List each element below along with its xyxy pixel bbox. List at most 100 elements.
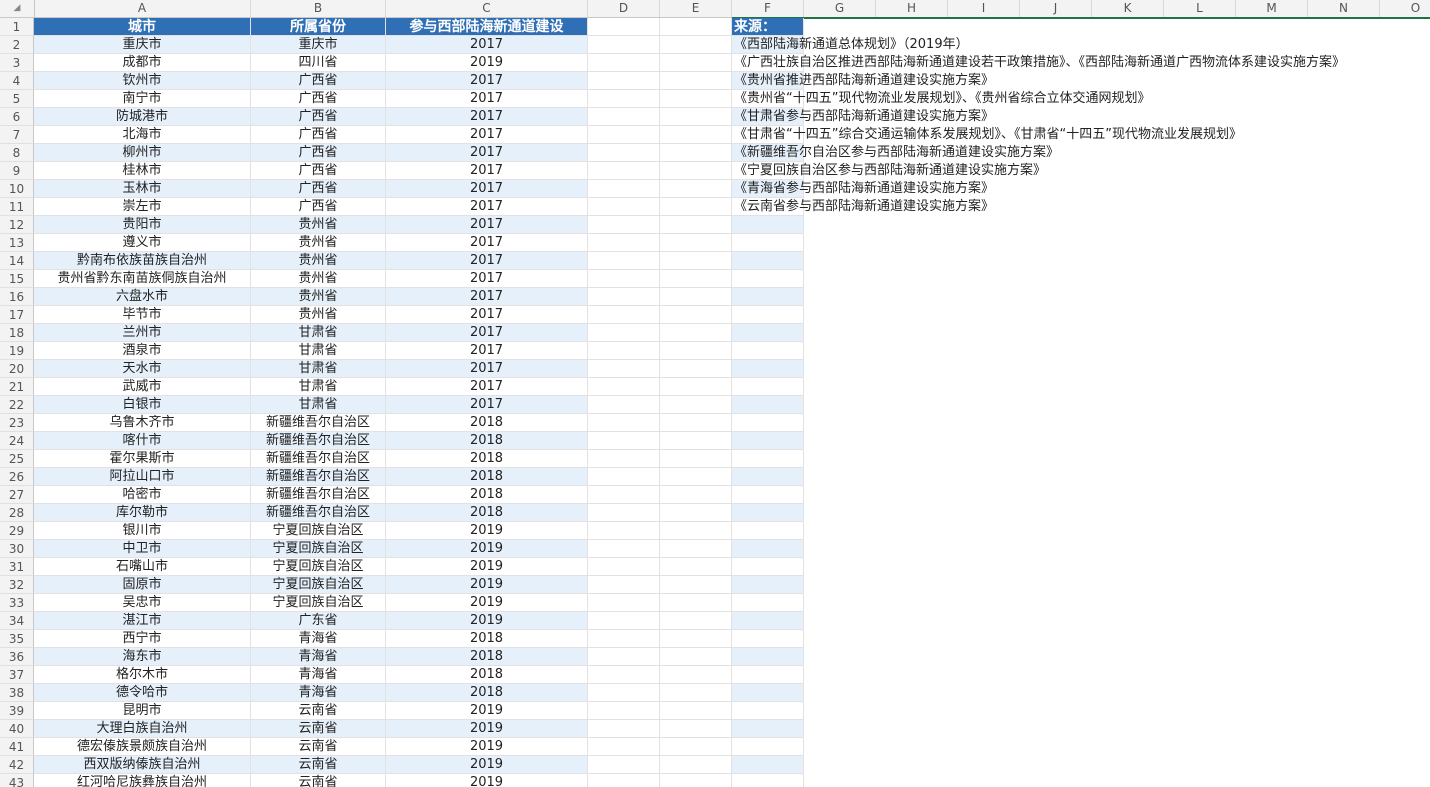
cell-city[interactable]: 桂林市 [34,162,251,180]
column-header-f[interactable]: F [732,0,804,17]
cell-e[interactable] [660,756,732,774]
cell-d[interactable] [588,576,660,594]
column-header-i[interactable]: I [948,0,1020,17]
cell-city[interactable]: 兰州市 [34,324,251,342]
cell-d[interactable] [588,450,660,468]
row-header[interactable]: 27 [0,486,34,504]
cell-province[interactable]: 新疆维吾尔自治区 [251,468,386,486]
cell-e[interactable] [660,396,732,414]
cell-e[interactable] [660,738,732,756]
cell-city[interactable]: 北海市 [34,126,251,144]
cell-year[interactable]: 2017 [386,144,588,162]
cell-city[interactable]: 海东市 [34,648,251,666]
cell-d[interactable] [588,144,660,162]
column-header-m[interactable]: M [1236,0,1308,17]
cell-city[interactable]: 成都市 [34,54,251,72]
cell-province[interactable]: 四川省 [251,54,386,72]
cell-province[interactable]: 云南省 [251,774,386,787]
cell-source[interactable] [732,396,804,414]
cell-city[interactable]: 贵阳市 [34,216,251,234]
row-header[interactable]: 15 [0,270,34,288]
cell-year[interactable]: 2017 [386,342,588,360]
cell-province[interactable]: 新疆维吾尔自治区 [251,414,386,432]
cell-year[interactable]: 2019 [386,720,588,738]
cell-city[interactable]: 喀什市 [34,432,251,450]
cell-d[interactable] [588,630,660,648]
cell-province[interactable]: 青海省 [251,684,386,702]
cell-year[interactable]: 2017 [386,36,588,54]
cell-province[interactable]: 贵州省 [251,216,386,234]
cell-city[interactable]: 格尔木市 [34,666,251,684]
row-header[interactable]: 33 [0,594,34,612]
cell-e[interactable] [660,684,732,702]
cell-e[interactable] [660,126,732,144]
cell-city[interactable]: 六盘水市 [34,288,251,306]
cell-city[interactable]: 重庆市 [34,36,251,54]
cell-source[interactable] [732,342,804,360]
cell-source[interactable] [732,450,804,468]
cell-source[interactable] [732,324,804,342]
cell-city[interactable]: 钦州市 [34,72,251,90]
column-header-d[interactable]: D [588,0,660,17]
cell-source[interactable] [732,576,804,594]
row-header[interactable]: 22 [0,396,34,414]
cell-e[interactable] [660,360,732,378]
column-header-a[interactable]: A [34,0,251,17]
row-header[interactable]: 37 [0,666,34,684]
cell-year[interactable]: 2019 [386,702,588,720]
cell-city[interactable]: 库尔勒市 [34,504,251,522]
cell-e[interactable] [660,342,732,360]
row-header[interactable]: 34 [0,612,34,630]
cell-d[interactable] [588,612,660,630]
cell-city[interactable]: 霍尔果斯市 [34,450,251,468]
cell-e[interactable] [660,36,732,54]
cell-e[interactable] [660,162,732,180]
cell-d[interactable] [588,414,660,432]
cell-d[interactable] [588,504,660,522]
cell-year[interactable]: 2018 [386,630,588,648]
cell-e[interactable] [660,666,732,684]
row-header[interactable]: 26 [0,468,34,486]
cell-d[interactable] [588,288,660,306]
cell-year[interactable]: 2017 [386,216,588,234]
row-header[interactable]: 13 [0,234,34,252]
cell-year[interactable]: 2018 [386,432,588,450]
cell-year[interactable]: 2017 [386,378,588,396]
cell-d[interactable] [588,756,660,774]
cell-province[interactable]: 云南省 [251,702,386,720]
row-header[interactable]: 35 [0,630,34,648]
cell-city[interactable]: 哈密市 [34,486,251,504]
cell-year[interactable]: 2017 [386,306,588,324]
cell-province[interactable]: 甘肃省 [251,360,386,378]
cell-d[interactable] [588,90,660,108]
cell-year[interactable]: 2017 [386,180,588,198]
cell-d[interactable] [588,522,660,540]
cell-e[interactable] [660,558,732,576]
cell-source[interactable]: 《云南省参与西部陆海新通道建设实施方案》 [732,198,994,216]
cell-e[interactable] [660,432,732,450]
cell-e[interactable] [660,414,732,432]
cell-city[interactable]: 银川市 [34,522,251,540]
cell-d[interactable] [588,540,660,558]
cell-e[interactable] [660,594,732,612]
cell-province[interactable]: 新疆维吾尔自治区 [251,450,386,468]
cell-source[interactable] [732,774,804,787]
cell-province[interactable]: 青海省 [251,630,386,648]
cell-province[interactable]: 重庆市 [251,36,386,54]
cell-d[interactable] [588,324,660,342]
row-header[interactable]: 6 [0,108,34,126]
cell-source[interactable]: 《新疆维吾尔自治区参与西部陆海新通道建设实施方案》 [732,144,1059,162]
cell-d[interactable] [588,666,660,684]
cell-source[interactable]: 《贵州省“十四五”现代物流业发展规划》、《贵州省综合立体交通网规划》 [732,90,1150,108]
cell-year[interactable]: 2017 [386,162,588,180]
cell-source[interactable] [732,504,804,522]
row-header[interactable]: 14 [0,252,34,270]
cell-source[interactable] [732,720,804,738]
cell-source[interactable]: 《广西壮族自治区推进西部陆海新通道建设若干政策措施》、《西部陆海新通道广西物流体… [732,54,1345,72]
cell-city[interactable]: 湛江市 [34,612,251,630]
cell-year[interactable]: 2019 [386,54,588,72]
cell-d[interactable] [588,378,660,396]
cell-e[interactable] [660,72,732,90]
cell-province[interactable]: 青海省 [251,666,386,684]
cell-province[interactable]: 贵州省 [251,288,386,306]
